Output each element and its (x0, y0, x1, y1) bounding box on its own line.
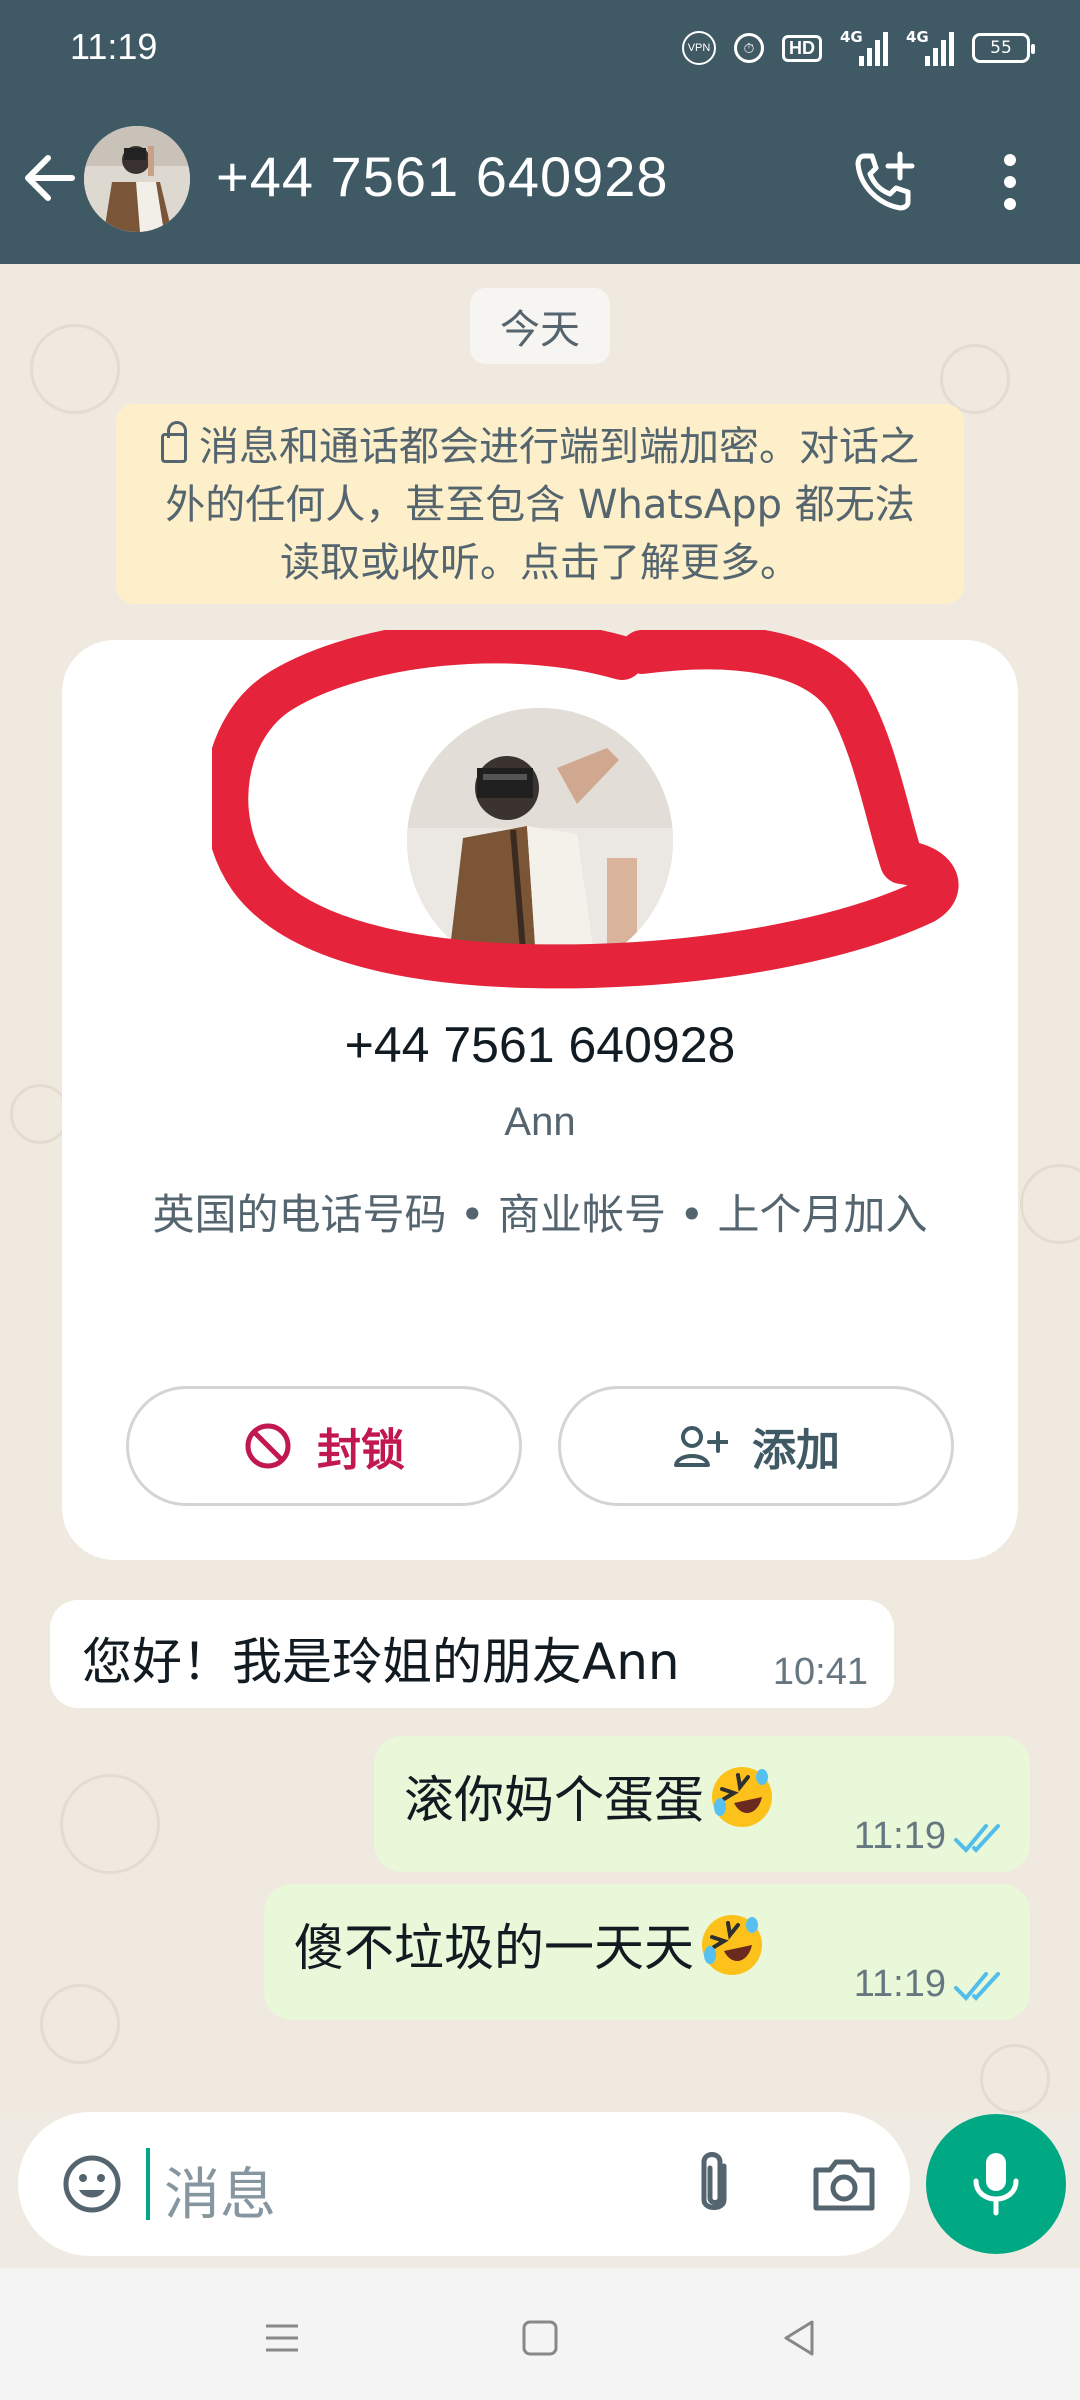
read-receipt-icon (954, 1824, 1000, 1853)
laughing-emoji-icon (702, 1915, 762, 1975)
date-chip: 今天 (470, 288, 610, 364)
profile-photo[interactable] (407, 708, 673, 974)
contact-name: Ann (504, 1100, 576, 1144)
outgoing-message[interactable]: 滚你妈个蛋蛋 11:19 (374, 1736, 1030, 1872)
wallpaper-doodle (60, 1774, 160, 1874)
contact-details: 英国的电话号码 • 商业帐号 • 上个月加入 (152, 1190, 928, 1239)
voice-message-button[interactable] (926, 2114, 1066, 2254)
wallpaper-doodle (10, 1084, 70, 1144)
laughing-emoji-icon (712, 1767, 772, 1827)
chat-header: +44 7561 640928 (0, 98, 1080, 264)
chat-area[interactable]: 今天 消息和通话都会进行端到端加密。对话之外的任何人，甚至包含 WhatsApp… (0, 264, 1080, 2114)
attach-icon[interactable] (686, 2148, 742, 2220)
status-time: 11:19 (70, 26, 158, 67)
back-arrow-icon[interactable] (22, 148, 78, 208)
recents-menu-icon[interactable] (252, 2308, 312, 2368)
contact-title[interactable]: +44 7561 640928 (216, 144, 669, 209)
message-time: 10:41 (772, 1651, 868, 1693)
incoming-message[interactable]: 您好！我是玲姐的朋友Ann 10:41 (50, 1600, 894, 1708)
message-text: 傻不垃圾的一天天 (294, 1919, 694, 1977)
camera-icon[interactable] (808, 2152, 880, 2216)
message-time: 11:19 (853, 1815, 946, 1857)
signal-icon: 4G (906, 28, 954, 66)
more-options-icon[interactable] (990, 150, 1030, 214)
wallpaper-doodle (980, 2044, 1050, 2114)
encryption-text: 消息和通话都会进行端到端加密。对话之外的任何人，甚至包含 WhatsApp 都无… (165, 424, 919, 586)
message-composer[interactable]: 消息 (18, 2112, 910, 2256)
message-time: 11:19 (853, 1963, 946, 2005)
text-cursor (146, 2148, 150, 2220)
contact-info-card: +44 7561 640928 Ann 英国的电话号码 • 商业帐号 • 上个月… (62, 630, 1018, 1560)
outgoing-message[interactable]: 傻不垃圾的一天天 11:19 (264, 1884, 1030, 2020)
wallpaper-doodle (1020, 1164, 1080, 1244)
status-icons: VPN ⏱ HD 4G 4G 55 (682, 26, 1035, 70)
signal-icon: 4G (840, 28, 888, 66)
alarm-icon: ⏱ (734, 33, 764, 63)
vpn-icon: VPN (682, 31, 716, 65)
system-navigation-bar (0, 2268, 1080, 2400)
message-text: 滚你妈个蛋蛋 (404, 1771, 704, 1829)
block-button[interactable]: 封锁 (126, 1386, 522, 1506)
block-label: 封锁 (317, 1425, 405, 1476)
battery-icon: 55 (972, 33, 1035, 63)
contact-phone: +44 7561 640928 (344, 1017, 736, 1073)
wallpaper-doodle (940, 344, 1010, 414)
read-receipt-icon (954, 1972, 1000, 2001)
microphone-icon (973, 2153, 1019, 2216)
emoji-picker-icon[interactable] (60, 2152, 124, 2216)
hd-voice-icon: HD (782, 34, 822, 62)
status-bar: 11:19 VPN ⏱ HD 4G 4G 55 (0, 0, 1080, 98)
message-input[interactable]: 消息 (164, 2150, 276, 2231)
lock-icon (161, 421, 187, 463)
encryption-notice[interactable]: 消息和通话都会进行端到端加密。对话之外的任何人，甚至包含 WhatsApp 都无… (116, 404, 964, 604)
home-icon[interactable] (510, 2308, 570, 2368)
add-person-icon (674, 1426, 728, 1467)
back-triangle-icon[interactable] (770, 2308, 830, 2368)
block-icon (245, 1423, 291, 1469)
message-text: 您好！我是玲姐的朋友Ann (82, 1633, 680, 1691)
wallpaper-doodle (40, 1984, 120, 2064)
contact-avatar[interactable] (84, 126, 190, 232)
add-call-icon[interactable] (850, 146, 920, 216)
add-contact-button[interactable]: 添加 (558, 1386, 954, 1506)
wallpaper-doodle (30, 324, 120, 414)
add-label: 添加 (752, 1425, 840, 1476)
